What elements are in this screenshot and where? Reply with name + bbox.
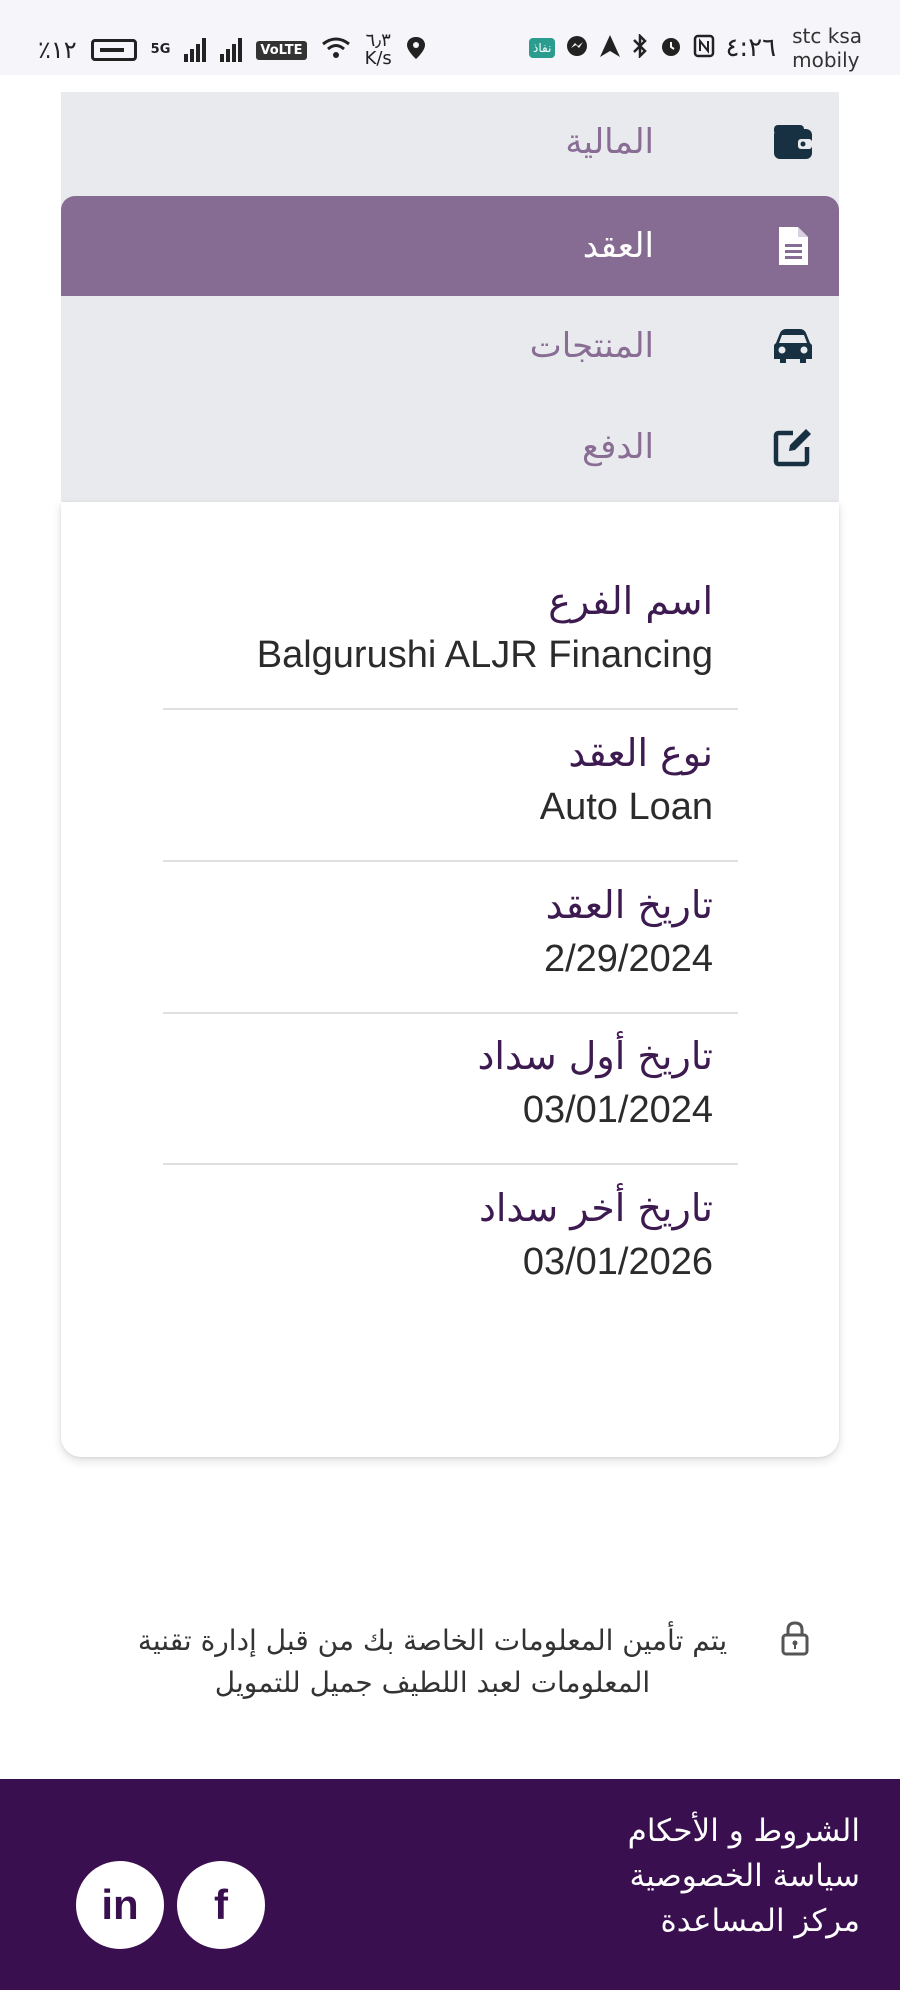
- field-label: تاريخ العقد: [545, 883, 713, 927]
- menu-label-products: المنتجات: [529, 326, 654, 366]
- field-label: اسم الفرع: [548, 579, 713, 623]
- nfc-icon: [693, 34, 715, 62]
- status-left: ٪١٢ 5G VoLTE ٦٫٣ K/s: [38, 32, 426, 68]
- status-right: نفاذ ٤:٢٦ stc ksa mobily: [529, 24, 862, 72]
- wallet-icon: [771, 120, 815, 164]
- battery-icon: [90, 39, 137, 61]
- lock-icon: [780, 1620, 810, 1656]
- bluetooth-icon: [631, 32, 649, 62]
- menu-item-finance[interactable]: المالية: [61, 92, 839, 192]
- field-label: تاريخ أخر سداد: [478, 1186, 713, 1230]
- menu-item-contract[interactable]: العقد: [61, 196, 839, 296]
- status-bar: ٪١٢ 5G VoLTE ٦٫٣ K/s نفاذ ٤:٢٦ stc ksa m…: [0, 0, 900, 75]
- facebook-icon[interactable]: f: [177, 1861, 265, 1949]
- nafath-badge: نفاذ: [529, 38, 556, 58]
- volte-badge: VoLTE: [256, 40, 307, 60]
- battery-percent: ٪١٢: [38, 36, 77, 64]
- signal-icon: [184, 38, 207, 62]
- field-last-payment-date: تاريخ أخر سداد 03/01/2026: [163, 1165, 738, 1317]
- document-icon: [771, 224, 815, 268]
- wifi-icon: [321, 36, 351, 64]
- carrier-line-2: mobily: [792, 48, 860, 72]
- field-label: تاريخ أول سداد: [477, 1034, 713, 1078]
- field-value: Auto Loan: [539, 786, 713, 828]
- privacy-policy-link[interactable]: سياسة الخصوصية: [628, 1854, 861, 1899]
- car-icon: [771, 324, 815, 368]
- field-value: 03/01/2024: [522, 1089, 713, 1131]
- clock-time: ٤:٢٦: [725, 33, 777, 63]
- menu-label-finance: المالية: [565, 122, 654, 162]
- menu-label-contract: العقد: [582, 226, 654, 266]
- alarm-icon: [659, 34, 683, 62]
- security-note: يتم تأمين المعلومات الخاصة بك من قبل إدا…: [95, 1620, 810, 1704]
- section-menu: المالية العقد المنتجات الدفع: [61, 92, 839, 502]
- contract-details-card: اسم الفرع Balgurushi ALJR Financing نوع …: [61, 502, 839, 1457]
- terms-link[interactable]: الشروط و الأحكام: [628, 1809, 860, 1854]
- field-value: 2/29/2024: [543, 938, 713, 980]
- speed-unit: K/s: [364, 48, 392, 69]
- network-speed: ٦٫٣ K/s: [365, 32, 392, 68]
- signal-2-icon: [220, 38, 243, 62]
- menu-label-payment: الدفع: [581, 427, 654, 467]
- field-first-payment-date: تاريخ أول سداد 03/01/2024: [163, 1013, 738, 1165]
- footer-links: الشروط و الأحكام سياسة الخصوصية مركز الم…: [628, 1809, 860, 1944]
- menu-item-products[interactable]: المنتجات: [61, 296, 839, 396]
- navigation-icon: [599, 34, 621, 62]
- field-value: 03/01/2026: [522, 1241, 713, 1283]
- network-5g-label: 5G: [150, 42, 171, 57]
- field-contract-type: نوع العقد Auto Loan: [163, 710, 738, 862]
- security-note-text: يتم تأمين المعلومات الخاصة بك من قبل إدا…: [137, 1624, 728, 1699]
- messenger-icon: [565, 34, 589, 62]
- menu-item-payment[interactable]: الدفع: [61, 397, 839, 497]
- edit-icon: [771, 425, 815, 469]
- linkedin-icon[interactable]: in: [76, 1861, 164, 1949]
- footer: الشروط و الأحكام سياسة الخصوصية مركز الم…: [0, 1779, 900, 1990]
- help-center-link[interactable]: مركز المساعدة: [628, 1899, 860, 1944]
- field-label: نوع العقد: [568, 731, 713, 775]
- carrier-line-1: stc ksa: [792, 24, 862, 48]
- field-value: Balgurushi ALJR Financing: [256, 634, 713, 676]
- field-contract-date: تاريخ العقد 2/29/2024: [163, 862, 738, 1014]
- location-icon: [406, 36, 426, 64]
- field-branch-name: اسم الفرع Balgurushi ALJR Financing: [163, 558, 738, 710]
- carrier-info: stc ksa mobily: [792, 24, 862, 72]
